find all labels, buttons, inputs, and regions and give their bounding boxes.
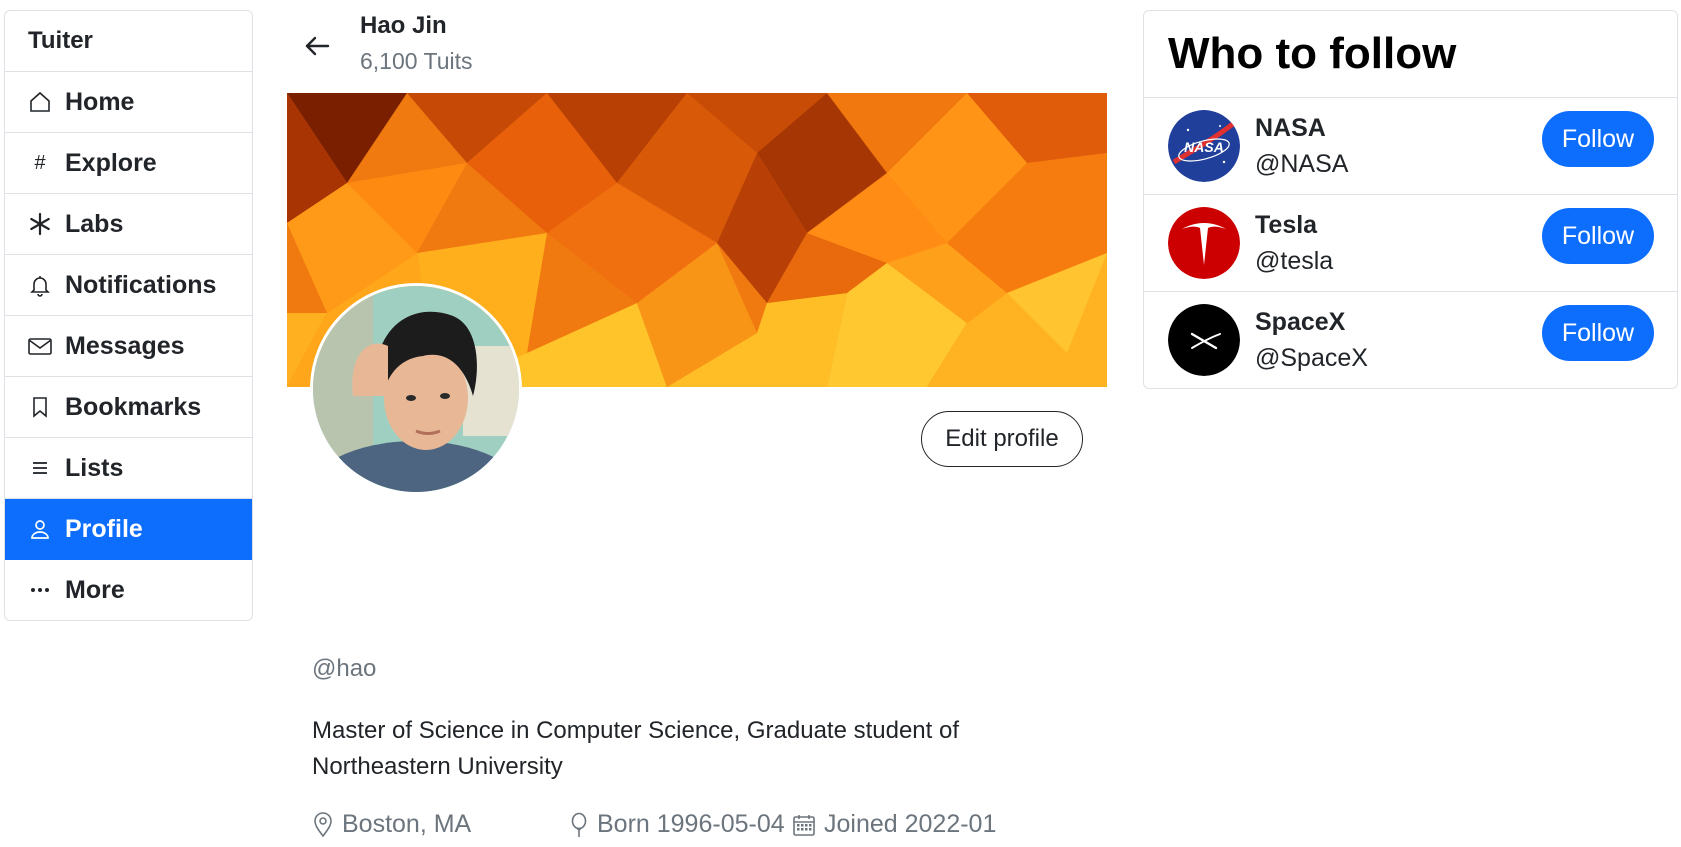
- nav-item-label: Bookmarks: [65, 392, 202, 421]
- nav-item-profile[interactable]: Profile: [5, 499, 252, 560]
- profile-joined: Joined 2022-01: [792, 810, 996, 839]
- location-text: Boston, MA: [342, 810, 472, 838]
- profile-avatar: [310, 283, 522, 495]
- nav-item-notifications[interactable]: Notifications: [5, 255, 252, 316]
- account-handle: @tesla: [1255, 247, 1334, 275]
- nav-item-label: Labs: [65, 209, 124, 238]
- who-to-follow-panel: Who to follow NASA NASA @NASA Follow Tes…: [1143, 10, 1678, 389]
- map-pin-icon: [314, 811, 332, 837]
- profile-birthdate: Born 1996-05-04: [569, 810, 785, 839]
- bookmark-icon: [27, 394, 53, 420]
- nav-item-label: More: [65, 575, 125, 604]
- nav-item-label: Profile: [65, 514, 143, 543]
- who-to-follow-title: Who to follow: [1144, 11, 1677, 98]
- account-handle: @SpaceX: [1255, 344, 1368, 372]
- home-icon: [27, 89, 53, 115]
- nav-item-lists[interactable]: Lists: [5, 438, 252, 499]
- account-name[interactable]: SpaceX: [1255, 308, 1345, 337]
- follow-suggestion-row: SpaceX @SpaceX Follow: [1144, 292, 1677, 388]
- nav-item-messages[interactable]: Messages: [5, 316, 252, 377]
- hash-icon: #: [34, 151, 46, 174]
- account-name[interactable]: NASA: [1255, 114, 1326, 143]
- account-handle: @NASA: [1255, 150, 1349, 178]
- back-button[interactable]: [297, 26, 337, 66]
- balloon-icon: [571, 812, 587, 837]
- brand-title[interactable]: Tuiter: [5, 11, 252, 72]
- birthdate-text: Born 1996-05-04: [597, 810, 785, 838]
- tesla-logo: [1168, 207, 1240, 279]
- spacex-logo: [1168, 304, 1240, 376]
- nav-item-labs[interactable]: Labs: [5, 194, 252, 255]
- nav-item-more[interactable]: More: [5, 560, 252, 620]
- follow-tesla-button[interactable]: Follow: [1542, 208, 1654, 264]
- profile-bio: Master of Science in Computer Science, G…: [312, 717, 960, 780]
- nav-item-label: Explore: [65, 148, 157, 177]
- follow-nasa-button[interactable]: Follow: [1542, 111, 1654, 167]
- nav-item-explore[interactable]: # Explore: [5, 133, 252, 194]
- nasa-logo: NASA: [1168, 110, 1240, 182]
- left-navigation: Tuiter Home # Explore Labs Notifications…: [4, 10, 253, 621]
- arrow-left-icon: [305, 36, 330, 56]
- follow-spacex-button[interactable]: Follow: [1542, 305, 1654, 361]
- tuit-count: 6,100 Tuits: [360, 48, 473, 74]
- nav-item-label: Messages: [65, 331, 185, 360]
- follow-suggestion-row: Tesla @tesla Follow: [1144, 195, 1677, 292]
- nasa-logo-text: NASA: [1184, 139, 1224, 155]
- ellipsis-icon: [27, 577, 53, 603]
- calendar-icon: [793, 814, 815, 836]
- nav-item-label: Lists: [65, 453, 124, 482]
- nav-item-bookmarks[interactable]: Bookmarks: [5, 377, 252, 438]
- nav-item-home[interactable]: Home: [5, 72, 252, 133]
- person-icon: [27, 516, 53, 542]
- envelope-icon: [27, 333, 53, 359]
- profile-header-name: Hao Jin: [360, 12, 447, 39]
- joined-text: Joined 2022-01: [824, 810, 997, 838]
- nav-item-label: Notifications: [65, 270, 217, 299]
- nav-item-label: Home: [65, 87, 135, 116]
- asterisk-icon: [27, 211, 53, 237]
- profile-location: Boston, MA: [312, 810, 471, 839]
- edit-profile-button[interactable]: Edit profile: [921, 411, 1083, 467]
- bell-icon: [27, 272, 53, 298]
- profile-main: Hao Jin 6,100 Tuits Edit profile @hao Ma…: [287, 0, 1107, 847]
- follow-suggestion-row: NASA NASA @NASA Follow: [1144, 98, 1677, 195]
- list-icon: [27, 455, 53, 481]
- account-name[interactable]: Tesla: [1255, 211, 1317, 240]
- profile-handle: @hao: [312, 655, 377, 682]
